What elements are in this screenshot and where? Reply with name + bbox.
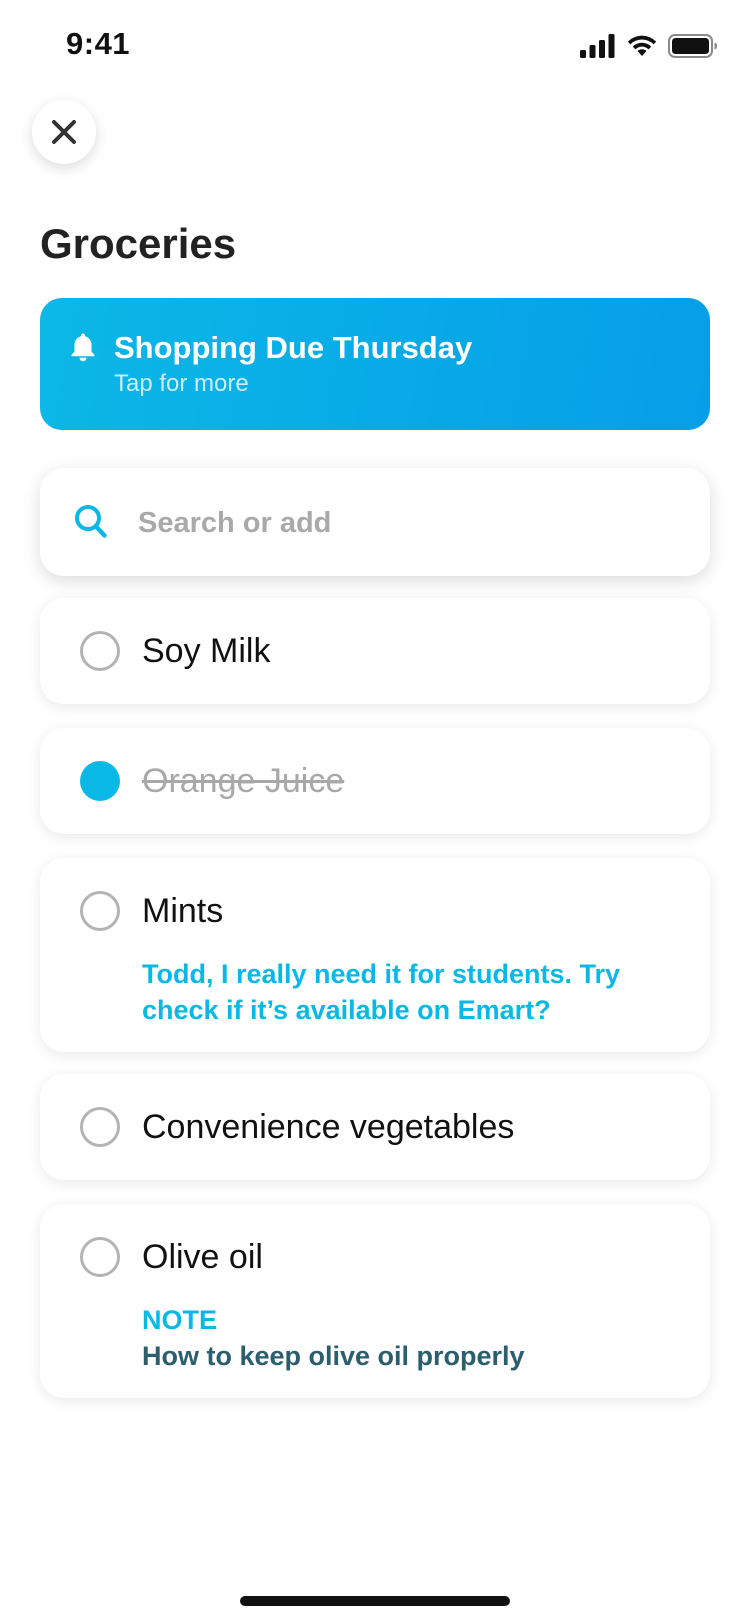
cellular-signal-icon [580, 34, 615, 58]
home-indicator[interactable] [240, 1596, 510, 1606]
item-checkbox[interactable] [80, 891, 120, 931]
status-bar: 9:41 [0, 0, 750, 88]
battery-icon [668, 34, 717, 58]
item-label: Orange Juice [142, 762, 345, 800]
item-checkbox[interactable] [80, 631, 120, 671]
list-item[interactable]: Orange Juice [40, 728, 710, 834]
banner-title: Shopping Due Thursday [114, 330, 473, 365]
note-link[interactable]: How to keep olive oil properly [142, 1341, 525, 1372]
note-heading: NOTE [142, 1305, 218, 1335]
item-checkbox-checked[interactable] [80, 761, 120, 801]
wifi-icon [627, 35, 657, 56]
search-icon [75, 505, 107, 538]
item-checkbox[interactable] [80, 1237, 120, 1277]
status-time: 9:41 [66, 26, 131, 61]
reminder-banner[interactable]: Shopping Due Thursday Tap for more [40, 298, 710, 430]
list-item[interactable]: Convenience vegetables [40, 1074, 710, 1180]
list-item[interactable]: Soy Milk [40, 598, 710, 704]
item-label: Olive oil [142, 1238, 263, 1276]
list-item[interactable]: Olive oil NOTE How to keep olive oil pro… [40, 1204, 710, 1398]
item-label: Soy Milk [142, 632, 271, 670]
list-item[interactable]: Mints Todd, I really need it for student… [40, 858, 710, 1052]
page-title: Groceries [40, 220, 237, 267]
item-checkbox[interactable] [80, 1107, 120, 1147]
item-note: Todd, I really need it for students. Try… [142, 959, 621, 1025]
close-icon [52, 120, 76, 144]
status-icons [580, 30, 718, 62]
bell-icon [71, 333, 95, 362]
item-label: Mints [142, 892, 224, 930]
search-input[interactable] [136, 492, 680, 554]
grocery-list-screen: 9:41 Groceries Shopping Due Thursday Tap… [0, 0, 750, 1624]
banner-subtitle: Tap for more [114, 370, 249, 397]
item-label: Convenience vegetables [142, 1108, 515, 1146]
close-button[interactable] [32, 100, 96, 164]
search-bar [40, 468, 710, 576]
